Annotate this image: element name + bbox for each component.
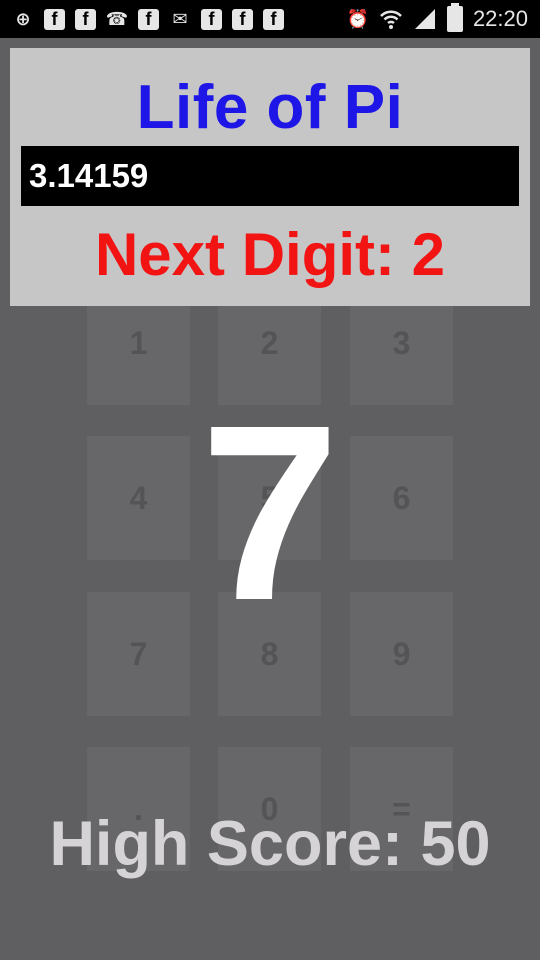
next-digit-label: Next Digit: 2 [94,221,446,288]
clock: 22:20 [472,6,528,31]
facebook-icon: f [138,8,159,30]
wifi-icon [380,10,402,29]
notification-icons: ⊕ f f ☎ f ✉ f f f [12,6,284,32]
battery-icon [446,3,463,32]
system-icons: ⏰ 22:20 [346,3,528,34]
digits-display: 3.14159 [21,146,519,206]
alarm-icon: ⏰ [346,8,370,30]
facebook-icon: f [232,8,253,30]
mail-icon: ✉ [172,8,188,30]
facebook-icon: f [201,8,222,30]
facebook-icon: f [75,8,96,30]
status-bar: ⊕ f f ☎ f ✉ f f f ⏰ 22:20 [0,0,540,38]
missed-call-icon: ☎ [105,8,129,30]
header-panel: Life of Pi 3.14159 Next Digit: 2 [10,48,530,306]
current-digit-display: 7 [200,373,340,652]
signal-icon [414,9,435,29]
high-score-label: High Score: 50 [49,809,491,879]
add-icon: ⊕ [15,8,31,30]
game-title: Life of Pi [136,73,404,142]
facebook-icon: f [263,8,284,30]
facebook-icon: f [44,8,65,30]
